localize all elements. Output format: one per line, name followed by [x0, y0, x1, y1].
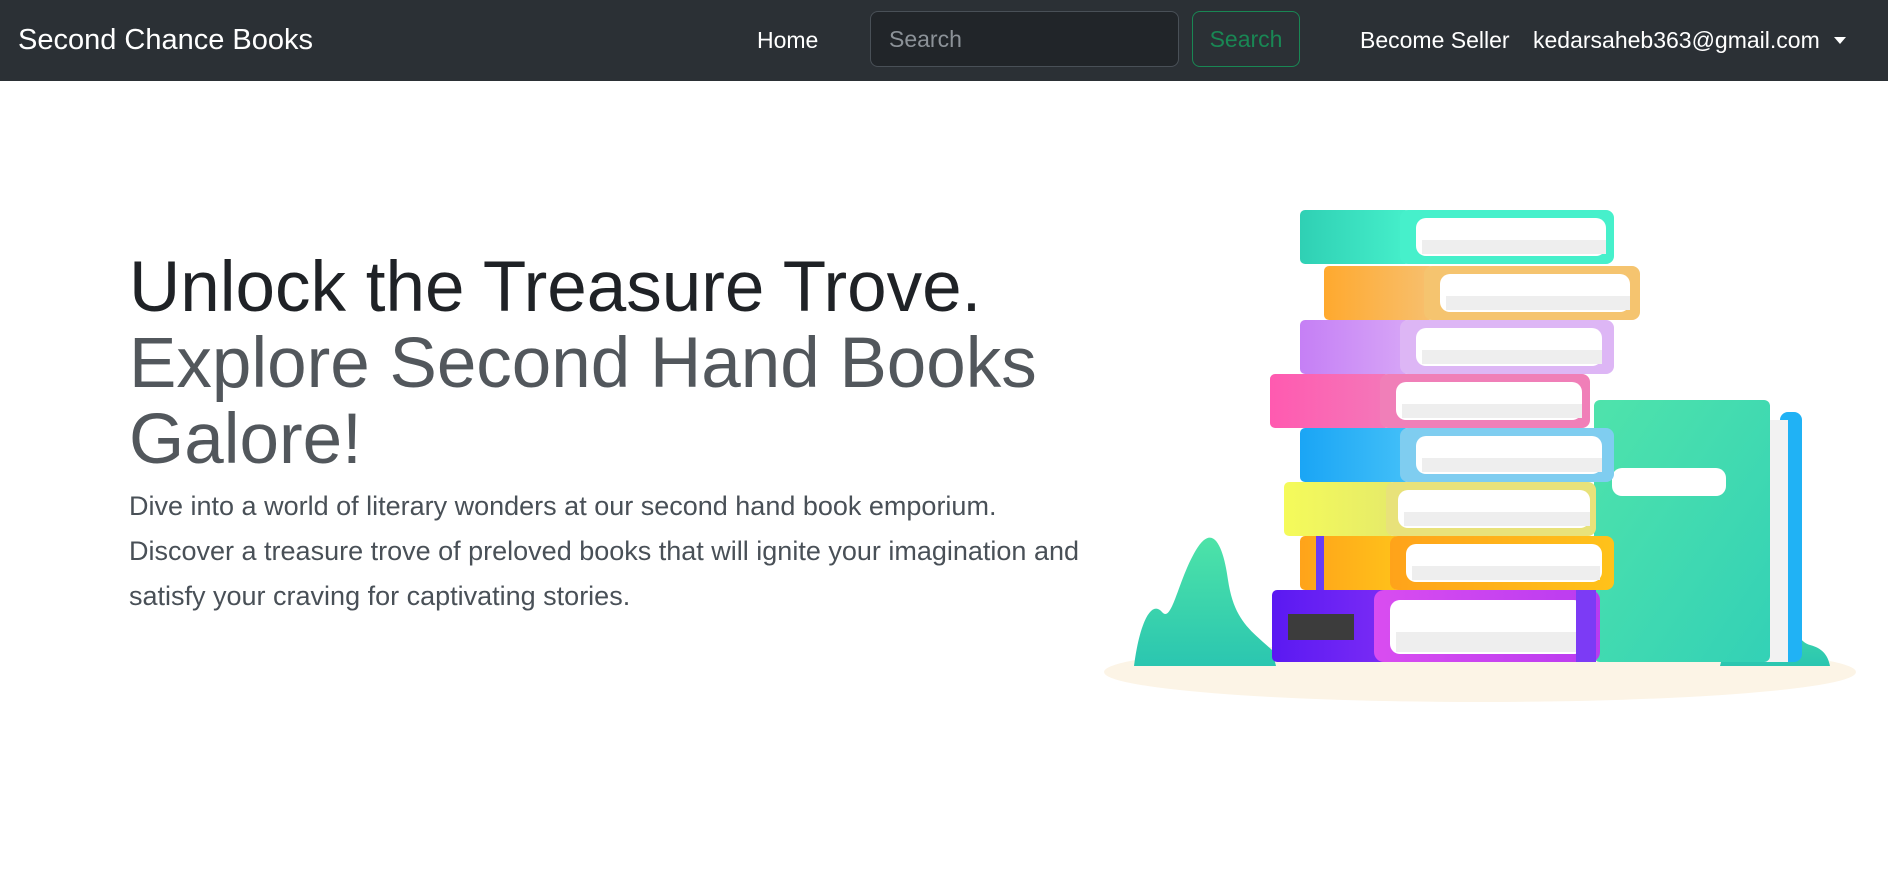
hero-section: Unlock the Treasure Trove. Explore Secon…: [129, 250, 1089, 619]
search-button[interactable]: Search: [1192, 11, 1300, 67]
hero-headline: Unlock the Treasure Trove. Explore Secon…: [129, 250, 1089, 478]
user-dropdown-toggle[interactable]: kedarsaheb363@gmail.com: [1533, 0, 1846, 81]
user-email: kedarsaheb363@gmail.com: [1533, 27, 1820, 53]
stack-of-books-illustration: [1100, 200, 1860, 710]
brand-link[interactable]: Second Chance Books: [18, 0, 313, 81]
hero-headline-primary: Unlock the Treasure Trove.: [129, 248, 982, 327]
caret-down-icon: [1833, 37, 1846, 44]
nav-home-link[interactable]: Home: [757, 0, 818, 81]
become-seller-link[interactable]: Become Seller: [1360, 0, 1510, 81]
hero-headline-secondary: Explore Second Hand Books Galore!: [129, 324, 1037, 479]
navbar: Second Chance Books Home Search Become S…: [0, 0, 1888, 81]
hero-description: Dive into a world of literary wonders at…: [129, 491, 1079, 611]
search-input[interactable]: [870, 11, 1179, 67]
